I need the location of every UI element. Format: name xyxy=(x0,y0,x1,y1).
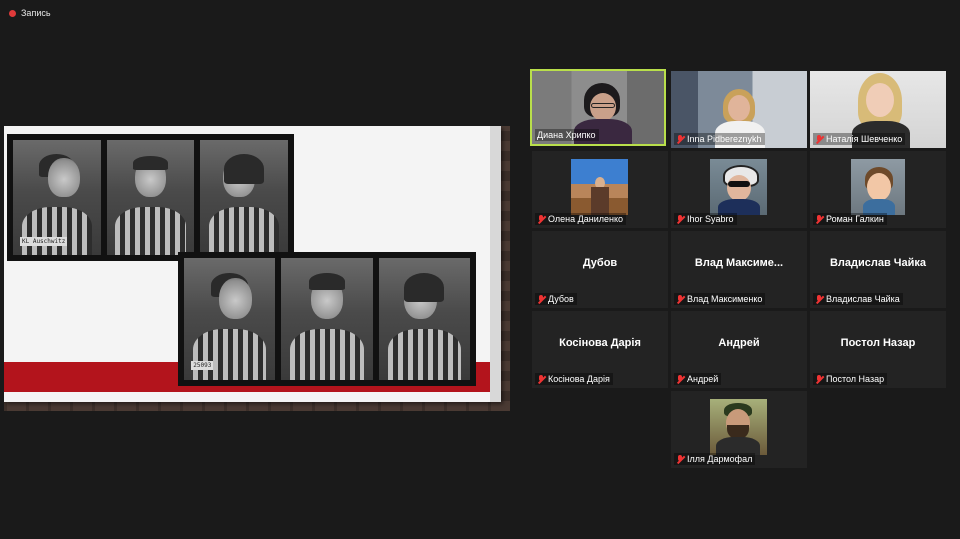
participant-name: Диана Хрипко xyxy=(537,130,596,140)
participant-video xyxy=(710,159,767,215)
muted-mic-icon xyxy=(815,374,823,384)
participant-tile[interactable]: Дубов Дубов xyxy=(532,231,668,308)
participant-tile[interactable]: Inna Pidbereznykh xyxy=(671,71,807,148)
muted-mic-icon xyxy=(537,294,545,304)
mugshot-photo: 25093 xyxy=(184,258,276,380)
participant-name: Дубов xyxy=(548,294,574,304)
participant-name: Постол Назар xyxy=(826,374,885,384)
participant-video xyxy=(571,159,628,215)
mugshot-photo xyxy=(200,140,289,255)
participant-name-label: Влад Максименко xyxy=(674,293,766,305)
participant-tile[interactable]: Диана Хрипко xyxy=(530,69,666,146)
participant-tile[interactable]: Постол Назар Постол Назар xyxy=(810,311,946,388)
participant-tile[interactable]: Влад Максиме... Влад Максименко xyxy=(671,231,807,308)
muted-mic-icon xyxy=(676,374,684,384)
participant-name-label: Андрей xyxy=(674,373,722,385)
participant-name: Влад Максименко xyxy=(687,294,763,304)
mugshot-strip-bottom: 25093 xyxy=(178,252,476,386)
mugshot-photo xyxy=(106,140,195,255)
mugshot-photo xyxy=(378,258,470,380)
participant-tile[interactable]: Косінова Дарія Косінова Дарія xyxy=(532,311,668,388)
participant-tile[interactable]: Ihor Syabro xyxy=(671,151,807,228)
participant-name: Ілля Дармофал xyxy=(687,454,753,464)
participant-display-name: Андрей xyxy=(718,337,760,349)
mugshot-photo: KL Auschwitz xyxy=(13,140,101,255)
recording-indicator: Запись xyxy=(9,8,51,18)
participant-tile[interactable]: Роман Галкин xyxy=(810,151,946,228)
muted-mic-icon xyxy=(537,214,545,224)
muted-mic-icon xyxy=(676,134,684,144)
participant-name-label: Постол Назар xyxy=(813,373,888,385)
recording-label: Запись xyxy=(21,8,51,18)
participant-name-label: Ihor Syabro xyxy=(674,213,737,225)
participant-display-name: Влад Максиме... xyxy=(694,257,784,269)
participant-name: Владислав Чайка xyxy=(826,294,900,304)
participant-name-label: Наталія Шевченко xyxy=(813,133,906,145)
participant-video xyxy=(710,399,767,455)
participant-name-label: Ілля Дармофал xyxy=(674,453,756,465)
muted-mic-icon xyxy=(815,134,823,144)
mugshot-photo xyxy=(281,258,373,380)
muted-mic-icon xyxy=(537,374,545,384)
muted-mic-icon xyxy=(676,214,684,224)
participant-display-name: Постол Назар xyxy=(840,337,916,349)
participant-display-name: Владислав Чайка xyxy=(829,257,927,269)
participant-name-label: Роман Галкин xyxy=(813,213,887,225)
participant-name-label: Олена Даниленко xyxy=(535,213,627,225)
participant-name-label: Дубов xyxy=(535,293,577,305)
participant-name: Роман Галкин xyxy=(826,214,884,224)
participant-name: Inna Pidbereznykh xyxy=(687,134,762,144)
participant-tile[interactable]: Олена Даниленко xyxy=(532,151,668,228)
participant-name-label: Косінова Дарія xyxy=(535,373,613,385)
participant-tile[interactable]: Ілля Дармофал xyxy=(671,391,807,468)
muted-mic-icon xyxy=(815,294,823,304)
participant-tile[interactable]: Владислав Чайка Владислав Чайка xyxy=(810,231,946,308)
participant-tile[interactable]: Наталія Шевченко xyxy=(810,71,946,148)
shared-screen[interactable]: KL Auschwitz 25093 xyxy=(4,126,510,411)
recording-dot-icon xyxy=(9,9,16,17)
slide-edge xyxy=(490,126,501,402)
mugshot-strip-top: KL Auschwitz xyxy=(7,134,294,261)
participant-name: Ihor Syabro xyxy=(687,214,734,224)
participant-tile[interactable]: Андрей Андрей xyxy=(671,311,807,388)
muted-mic-icon xyxy=(676,294,684,304)
presentation-slide: KL Auschwitz 25093 xyxy=(4,126,501,402)
participant-name: Андрей xyxy=(687,374,719,384)
participant-name: Олена Даниленко xyxy=(548,214,624,224)
participant-display-name: Косінова Дарія xyxy=(559,337,641,349)
participant-name-label: Inna Pidbereznykh xyxy=(674,133,765,145)
participant-name-label: Диана Хрипко xyxy=(535,129,599,141)
participant-video xyxy=(851,159,905,215)
participant-name: Косінова Дарія xyxy=(548,374,610,384)
participant-display-name: Дубов xyxy=(582,257,618,269)
participant-name: Наталія Шевченко xyxy=(826,134,903,144)
muted-mic-icon xyxy=(815,214,823,224)
muted-mic-icon xyxy=(676,454,684,464)
participant-name-label: Владислав Чайка xyxy=(813,293,903,305)
